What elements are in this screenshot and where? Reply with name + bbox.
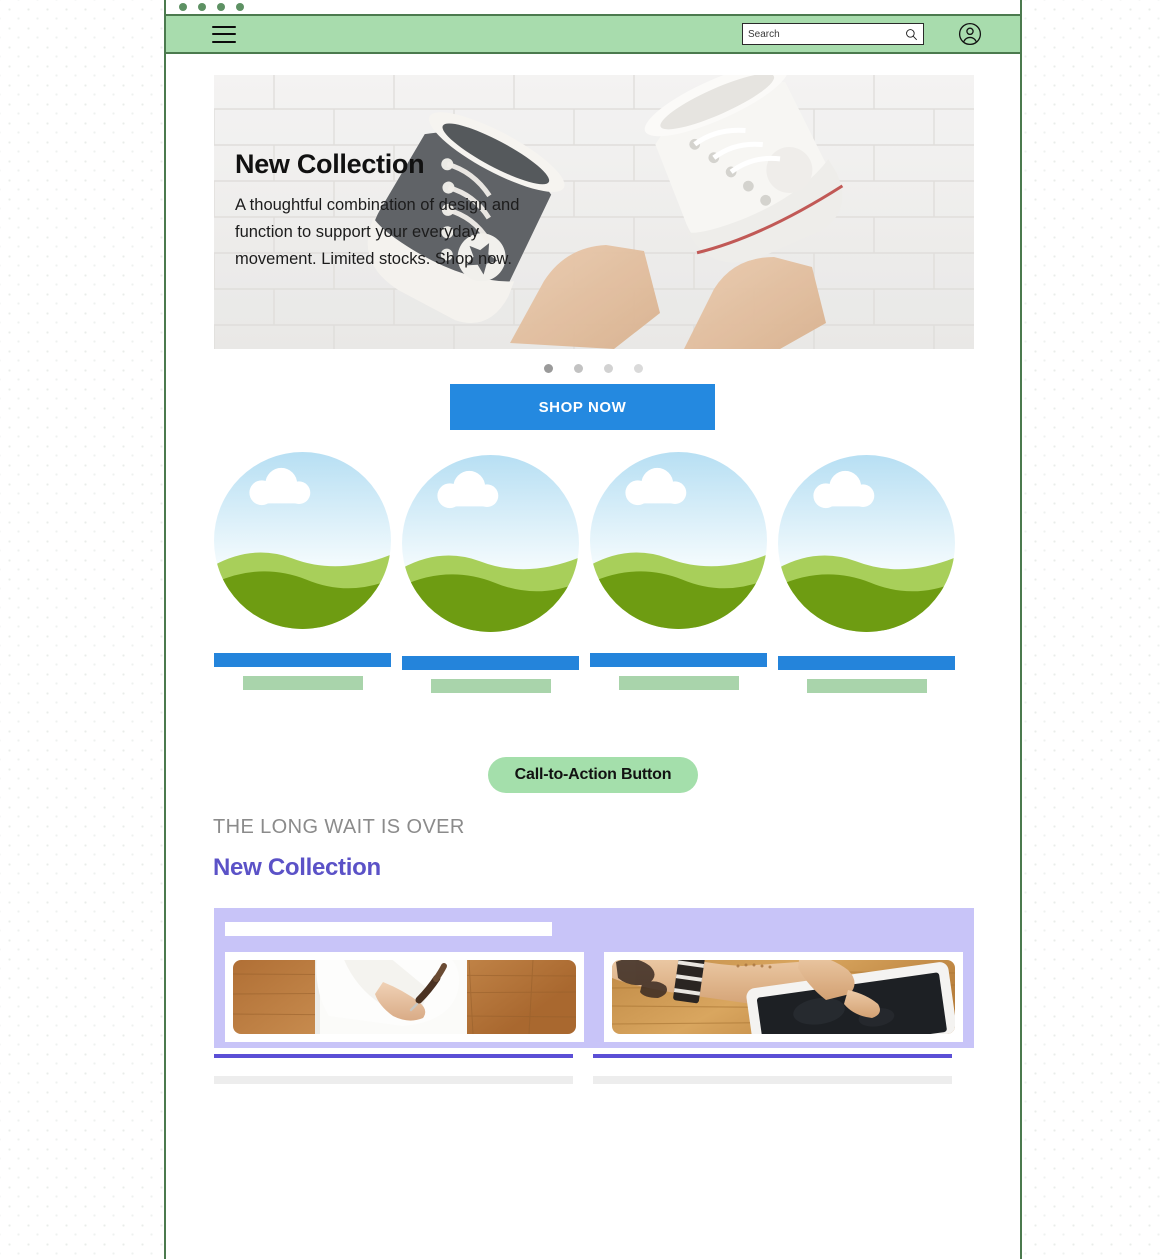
product-title-placeholder (214, 653, 391, 667)
landscape-placeholder-image (402, 455, 579, 632)
panel-card-underline (214, 1054, 573, 1058)
panel-caption-row (214, 1076, 974, 1084)
panel-card-row (225, 952, 963, 1042)
product-card[interactable] (778, 452, 955, 693)
carousel-dot[interactable] (633, 364, 643, 373)
product-title-placeholder (590, 653, 767, 667)
cta-row: Call-to-Action Button (166, 757, 1020, 793)
window-dot[interactable] (179, 3, 187, 11)
window-dot[interactable] (217, 3, 225, 11)
hamburger-menu-icon[interactable] (212, 25, 236, 43)
landscape-placeholder-image (778, 455, 955, 632)
landscape-placeholder-image (590, 452, 767, 629)
window-titlebar (166, 0, 1020, 16)
product-card[interactable] (402, 452, 579, 693)
section-eyebrow: THE LONG WAIT IS OVER (213, 816, 465, 838)
carousel-dot[interactable] (603, 364, 613, 373)
search-icon[interactable] (905, 28, 918, 41)
search-box[interactable] (742, 23, 924, 45)
product-subtitle-placeholder (430, 679, 551, 693)
carousel-dot[interactable] (543, 364, 553, 373)
product-subtitle-placeholder (618, 676, 739, 690)
panel-card[interactable] (225, 952, 584, 1042)
hero-copy: New Collection A thoughtful combination … (235, 149, 535, 273)
carousel-dot[interactable] (573, 364, 583, 373)
panel-title-placeholder (225, 922, 552, 936)
hero-description: A thoughtful combination of design and f… (235, 196, 520, 268)
product-subtitle-placeholder (242, 676, 363, 690)
writing-on-paper-image (233, 960, 576, 1034)
panel-underline-row (214, 1054, 974, 1058)
page-content: New Collection A thoughtful combination … (166, 54, 1020, 1259)
product-card[interactable] (590, 452, 767, 693)
landscape-placeholder-image (214, 452, 391, 629)
product-title-placeholder (402, 656, 579, 670)
shop-now-button[interactable]: SHOP NOW (450, 384, 715, 430)
window-dot[interactable] (198, 3, 206, 11)
hero-title: New Collection (235, 149, 425, 179)
product-card-row (214, 452, 974, 693)
featured-panel (214, 908, 974, 1048)
panel-card[interactable] (604, 952, 963, 1042)
user-account-icon[interactable] (958, 22, 982, 46)
app-header (166, 16, 1020, 54)
panel-caption-placeholder (214, 1076, 573, 1084)
hero-banner[interactable]: New Collection A thoughtful combination … (214, 75, 974, 349)
panel-caption-placeholder (593, 1076, 952, 1084)
search-input[interactable] (748, 28, 905, 40)
section-title: New Collection (213, 854, 381, 881)
product-card[interactable] (214, 452, 391, 693)
tablet-on-desk-image (612, 960, 955, 1034)
product-subtitle-placeholder (806, 679, 927, 693)
carousel-dots (166, 364, 1020, 373)
browser-window: New Collection A thoughtful combination … (164, 0, 1022, 1259)
window-dot[interactable] (236, 3, 244, 11)
panel-card-underline (593, 1054, 952, 1058)
call-to-action-button[interactable]: Call-to-Action Button (487, 757, 699, 793)
product-title-placeholder (778, 656, 955, 670)
